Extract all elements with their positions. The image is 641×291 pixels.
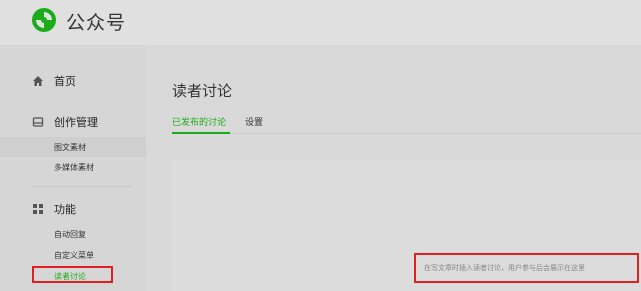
sidebar-subitem-articles[interactable]: 图文素材: [0, 137, 146, 157]
tabs-divider: [172, 133, 641, 134]
sidebar-subitem-custom-menu[interactable]: 自定义菜单: [0, 245, 146, 265]
top-bar: 公众号: [0, 0, 641, 45]
empty-state-notice: 在写文章时插入读者讨论，用户参与后会展示在这里: [414, 253, 639, 283]
sidebar-item-label: 创作管理: [54, 116, 98, 129]
sidebar-subitem-label: 图文素材: [54, 143, 86, 152]
sidebar-item-label: 首页: [54, 75, 76, 88]
main-content: 读者讨论 已发布的讨论 设置 在写文章时插入读者讨论，用户参与后会展示在这里: [146, 45, 641, 291]
sidebar-subitem-label: 自动回复: [54, 230, 86, 239]
tab-published-discussions[interactable]: 已发布的讨论: [172, 115, 226, 128]
inbox-icon: [32, 117, 44, 127]
sidebar-subitem-auto-reply[interactable]: 自动回复: [0, 224, 146, 244]
grid-icon: [33, 204, 43, 214]
app-name[interactable]: 公众号: [66, 8, 126, 35]
wechat-official-account-logo-icon[interactable]: [31, 7, 57, 33]
page-title: 读者讨论: [172, 82, 233, 100]
sidebar-item-label: 功能: [54, 203, 76, 216]
sidebar-divider: [32, 186, 132, 187]
tab-settings[interactable]: 设置: [245, 115, 263, 128]
sidebar-subitem-label: 自定义菜单: [54, 251, 94, 260]
active-tab-indicator: [172, 132, 230, 134]
empty-state-text: 在写文章时插入读者讨论，用户参与后会展示在这里: [424, 264, 585, 272]
sidebar-subitem-media[interactable]: 多媒体素材: [0, 157, 146, 177]
sidebar-subitem-label: 多媒体素材: [54, 163, 94, 172]
highlight-box: [32, 266, 113, 283]
home-icon: [33, 76, 43, 86]
